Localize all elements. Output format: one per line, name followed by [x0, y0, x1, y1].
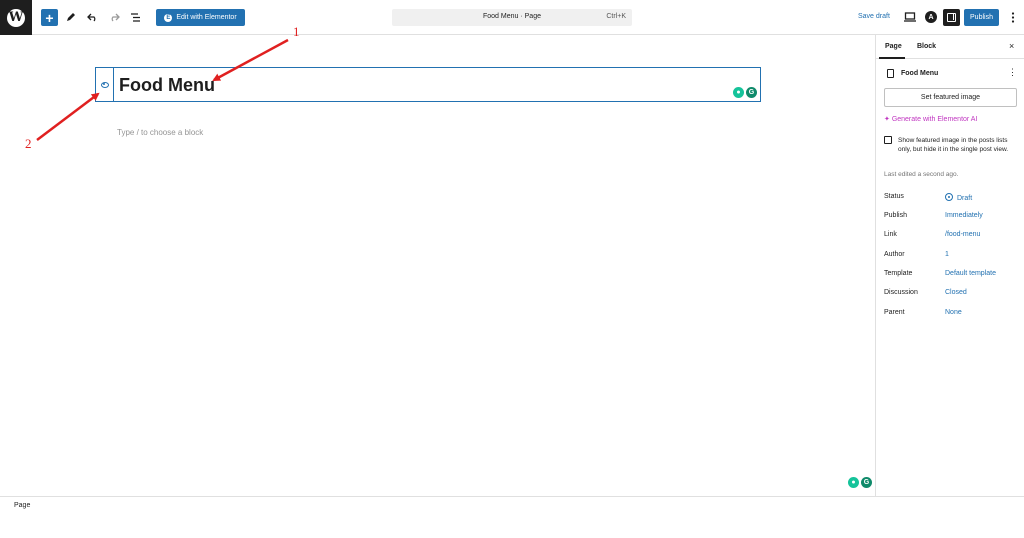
undo-icon: [86, 13, 95, 22]
status-value[interactable]: Draft: [945, 193, 972, 202]
page-icon: [887, 69, 894, 78]
sidebar-tabs: Page Block ×: [876, 35, 1024, 59]
template-label: Template: [884, 270, 913, 277]
tools-button[interactable]: [63, 9, 79, 25]
list-view-icon: [130, 12, 140, 22]
pencil-icon: [67, 13, 75, 21]
elementor-icon: E: [164, 13, 173, 22]
status-value-text: Draft: [957, 195, 973, 202]
document-title: Food Menu · Page: [483, 13, 541, 20]
discussion-row: Discussion Closed: [884, 289, 1019, 299]
editor-canvas[interactable]: Food Menu ● G Type / to choose a block ●…: [0, 35, 875, 496]
link-value[interactable]: /food-menu: [945, 231, 980, 238]
eye-icon: [100, 81, 109, 88]
editor-footer: Page: [0, 496, 1024, 538]
desktop-view-icon: [904, 12, 916, 22]
publish-value[interactable]: Immediately: [945, 212, 983, 219]
featured-image-checkbox[interactable]: [884, 136, 892, 144]
save-draft-button[interactable]: Save draft: [858, 13, 890, 20]
document-name: Food Menu: [901, 70, 939, 77]
discussion-label: Discussion: [884, 289, 918, 296]
featured-image-checkbox-label: Show featured image in the posts lists o…: [898, 137, 1009, 153]
publish-label: Publish: [884, 212, 907, 219]
wordpress-icon: W: [7, 8, 25, 27]
astra-settings-button[interactable]: A: [923, 9, 939, 25]
edit-with-elementor-button[interactable]: E Edit with Elementor: [156, 9, 245, 26]
generate-with-ai-link[interactable]: ✦ Generate with Elementor AI: [884, 115, 977, 123]
annotation-label-2: 2: [25, 136, 32, 151]
link-row: Link /food-menu: [884, 231, 1019, 241]
astra-icon: A: [925, 11, 937, 23]
close-icon[interactable]: ×: [1009, 41, 1014, 51]
add-block-button[interactable]: +: [41, 9, 58, 26]
settings-sidebar: Page Block × Food Menu ⋮ Set featured im…: [875, 35, 1024, 496]
last-edited-text: Last edited a second ago.: [884, 171, 959, 178]
document-summary: Food Menu ⋮: [885, 67, 1019, 80]
options-button[interactable]: [1005, 9, 1021, 25]
parent-label: Parent: [884, 309, 905, 316]
set-featured-image-button[interactable]: Set featured image: [884, 88, 1017, 107]
grammarly-icon: G: [746, 87, 757, 98]
redo-button[interactable]: [106, 9, 122, 25]
template-row: Template Default template: [884, 270, 1019, 280]
status-label: Status: [884, 193, 904, 200]
redo-icon: [111, 13, 120, 22]
parent-value[interactable]: None: [945, 309, 962, 316]
preview-button[interactable]: [902, 9, 918, 25]
block-breadcrumb[interactable]: Page: [14, 502, 30, 509]
draft-status-icon: [945, 193, 953, 201]
undo-button[interactable]: [84, 9, 100, 25]
document-more-icon[interactable]: ⋮: [1008, 67, 1017, 78]
post-title[interactable]: Food Menu: [119, 75, 215, 96]
post-title-block[interactable]: Food Menu ● G: [95, 67, 761, 102]
publish-row: Publish Immediately: [884, 212, 1019, 222]
ai-sparkle-icon: ✦: [884, 116, 892, 123]
active-tab-indicator: [879, 57, 905, 59]
command-palette-bar[interactable]: Food Menu · Page Ctrl+K: [392, 9, 632, 26]
tab-page[interactable]: Page: [885, 43, 902, 50]
settings-toggle-button[interactable]: [943, 9, 960, 26]
editor-header: W + E Edit with Elementor Food Menu · Pa…: [0, 0, 1024, 35]
author-row: Author 1: [884, 251, 1019, 261]
list-view-button[interactable]: [127, 9, 143, 25]
discussion-value[interactable]: Closed: [945, 289, 967, 296]
more-vertical-icon: [1011, 11, 1015, 23]
generate-ai-label: Generate with Elementor AI: [891, 116, 978, 123]
publish-button[interactable]: Publish: [964, 9, 999, 26]
grammarly-pin-icon: ●: [733, 87, 744, 98]
block-placeholder[interactable]: Type / to choose a block: [117, 128, 203, 137]
grammarly-icon: G: [861, 477, 872, 488]
parent-row: Parent None: [884, 309, 1019, 319]
command-shortcut: Ctrl+K: [606, 13, 626, 20]
wordpress-logo-button[interactable]: W: [0, 0, 32, 35]
elementor-button-label: Edit with Elementor: [176, 14, 237, 21]
link-label: Link: [884, 231, 897, 238]
author-value[interactable]: 1: [945, 251, 949, 258]
status-row: Status Draft: [884, 193, 1019, 203]
template-value[interactable]: Default template: [945, 270, 996, 277]
title-visibility-toggle[interactable]: [96, 68, 114, 101]
sidebar-toggle-icon: [947, 13, 956, 22]
grammarly-floating-widget[interactable]: ● G: [848, 477, 872, 488]
tab-block[interactable]: Block: [917, 43, 936, 50]
annotation-label-1: 1: [293, 24, 300, 39]
grammarly-widget[interactable]: ● G: [733, 87, 757, 98]
author-label: Author: [884, 251, 905, 258]
grammarly-pin-icon: ●: [848, 477, 859, 488]
